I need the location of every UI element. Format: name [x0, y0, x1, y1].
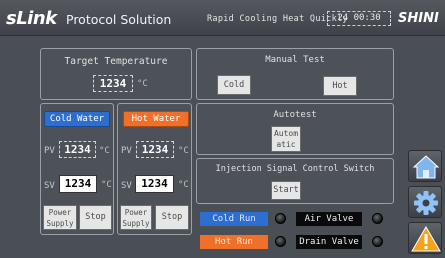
target-temperature-panel: Target Temperature 1234 °C	[40, 48, 192, 100]
settings-button[interactable]	[408, 186, 442, 218]
air-valve-label: Air Valve	[296, 212, 362, 226]
automatic-button[interactable]: Automatic	[271, 126, 301, 152]
drain-valve-lamp	[372, 236, 383, 247]
autotest-title: Autotest	[273, 110, 317, 120]
brand-name: sLink	[6, 8, 57, 29]
air-valve-lamp	[372, 213, 383, 224]
injection-title: Injection Signal Control Switch	[215, 164, 375, 174]
cold-sv-label: SV	[44, 181, 55, 191]
hot-sv-label: SV	[121, 181, 132, 191]
manual-test-title: Manual Test	[265, 55, 325, 65]
company-logo: SHINI	[398, 11, 439, 26]
hot-sv-unit: °C	[178, 180, 189, 190]
hot-water-panel: Hot Water PV 1234 °C SV 1234 °C Power Su…	[117, 103, 192, 235]
injection-panel: Injection Signal Control Switch Start	[196, 158, 394, 204]
hot-water-tab[interactable]: Hot Water	[123, 111, 189, 127]
gear-icon	[409, 191, 443, 223]
injection-start-button[interactable]: Start	[271, 181, 301, 200]
home-icon	[409, 155, 443, 187]
home-button[interactable]	[408, 150, 442, 182]
manual-cold-button[interactable]: Cold	[217, 75, 251, 95]
target-temperature-value[interactable]: 1234	[93, 75, 133, 92]
drain-valve-label: Drain Valve	[296, 235, 362, 249]
hot-sv-input[interactable]: 1234	[135, 175, 174, 193]
alarm-button[interactable]	[408, 222, 442, 254]
cold-run-lamp	[275, 213, 286, 224]
hot-pv-label: PV	[121, 146, 132, 156]
cold-pv-value: 1234	[59, 141, 96, 158]
autotest-panel: Autotest Automatic	[196, 103, 394, 155]
hot-stop-button[interactable]: Stop	[155, 205, 189, 230]
cold-pv-unit: °C	[99, 146, 110, 156]
cold-water-tab[interactable]: Cold Water	[44, 111, 110, 127]
cold-water-panel: Cold Water PV 1234 °C SV 1234 °C Power S…	[40, 103, 114, 235]
hot-power-supply-button[interactable]: Power Supply	[120, 205, 152, 230]
target-temperature-title: Target Temperature	[64, 56, 168, 67]
cold-run-indicator: Cold Run	[200, 212, 268, 226]
cold-stop-button[interactable]: Stop	[79, 205, 112, 230]
hot-run-indicator: Hot Run	[200, 235, 268, 249]
warning-icon	[409, 226, 443, 258]
manual-test-panel: Manual Test Cold Hot	[196, 48, 394, 100]
target-temperature-unit: °C	[137, 79, 148, 89]
cold-sv-input[interactable]: 1234	[59, 175, 97, 193]
clock: 24 00:30	[327, 11, 391, 26]
title-bar: sLink Protocol Solution Rapid Cooling He…	[0, 0, 445, 36]
hot-pv-value: 1234	[136, 141, 174, 158]
manual-hot-button[interactable]: Hot	[323, 76, 357, 96]
hot-pv-unit: °C	[178, 146, 189, 156]
brand-subtitle: Protocol Solution	[66, 12, 172, 27]
cold-pv-label: PV	[44, 146, 55, 156]
cold-sv-unit: °C	[101, 180, 112, 190]
hot-run-lamp	[275, 236, 286, 247]
cold-power-supply-button[interactable]: Power Supply	[43, 205, 77, 230]
